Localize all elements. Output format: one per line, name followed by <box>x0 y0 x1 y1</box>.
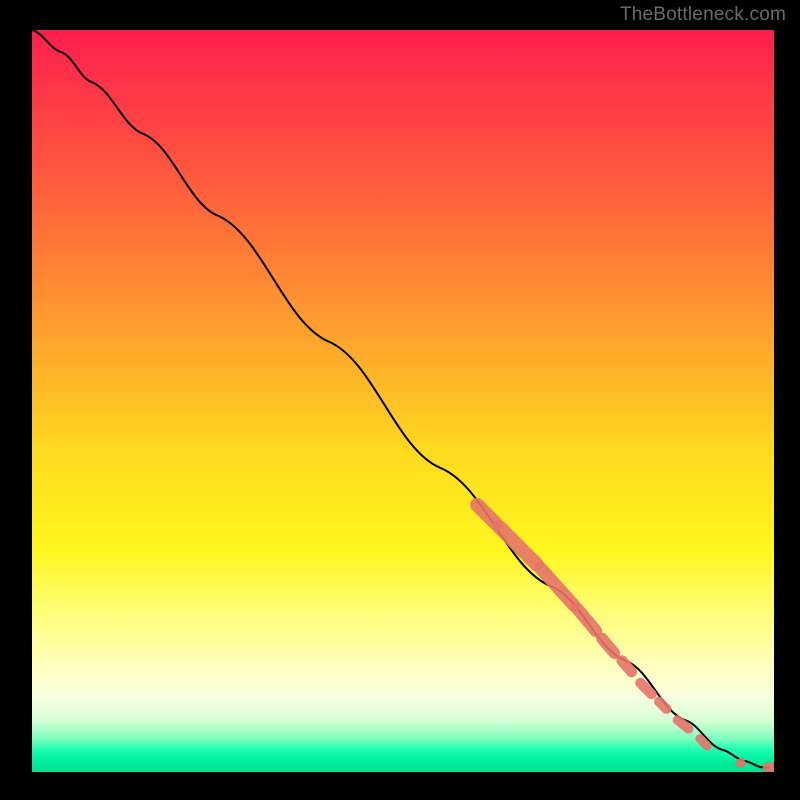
highlight-point <box>736 758 746 768</box>
gradient-plot <box>32 30 774 772</box>
chart-stage: TheBottleneck.com <box>0 0 800 800</box>
gradient-background <box>32 30 774 772</box>
attribution-label: TheBottleneck.com <box>620 4 786 26</box>
